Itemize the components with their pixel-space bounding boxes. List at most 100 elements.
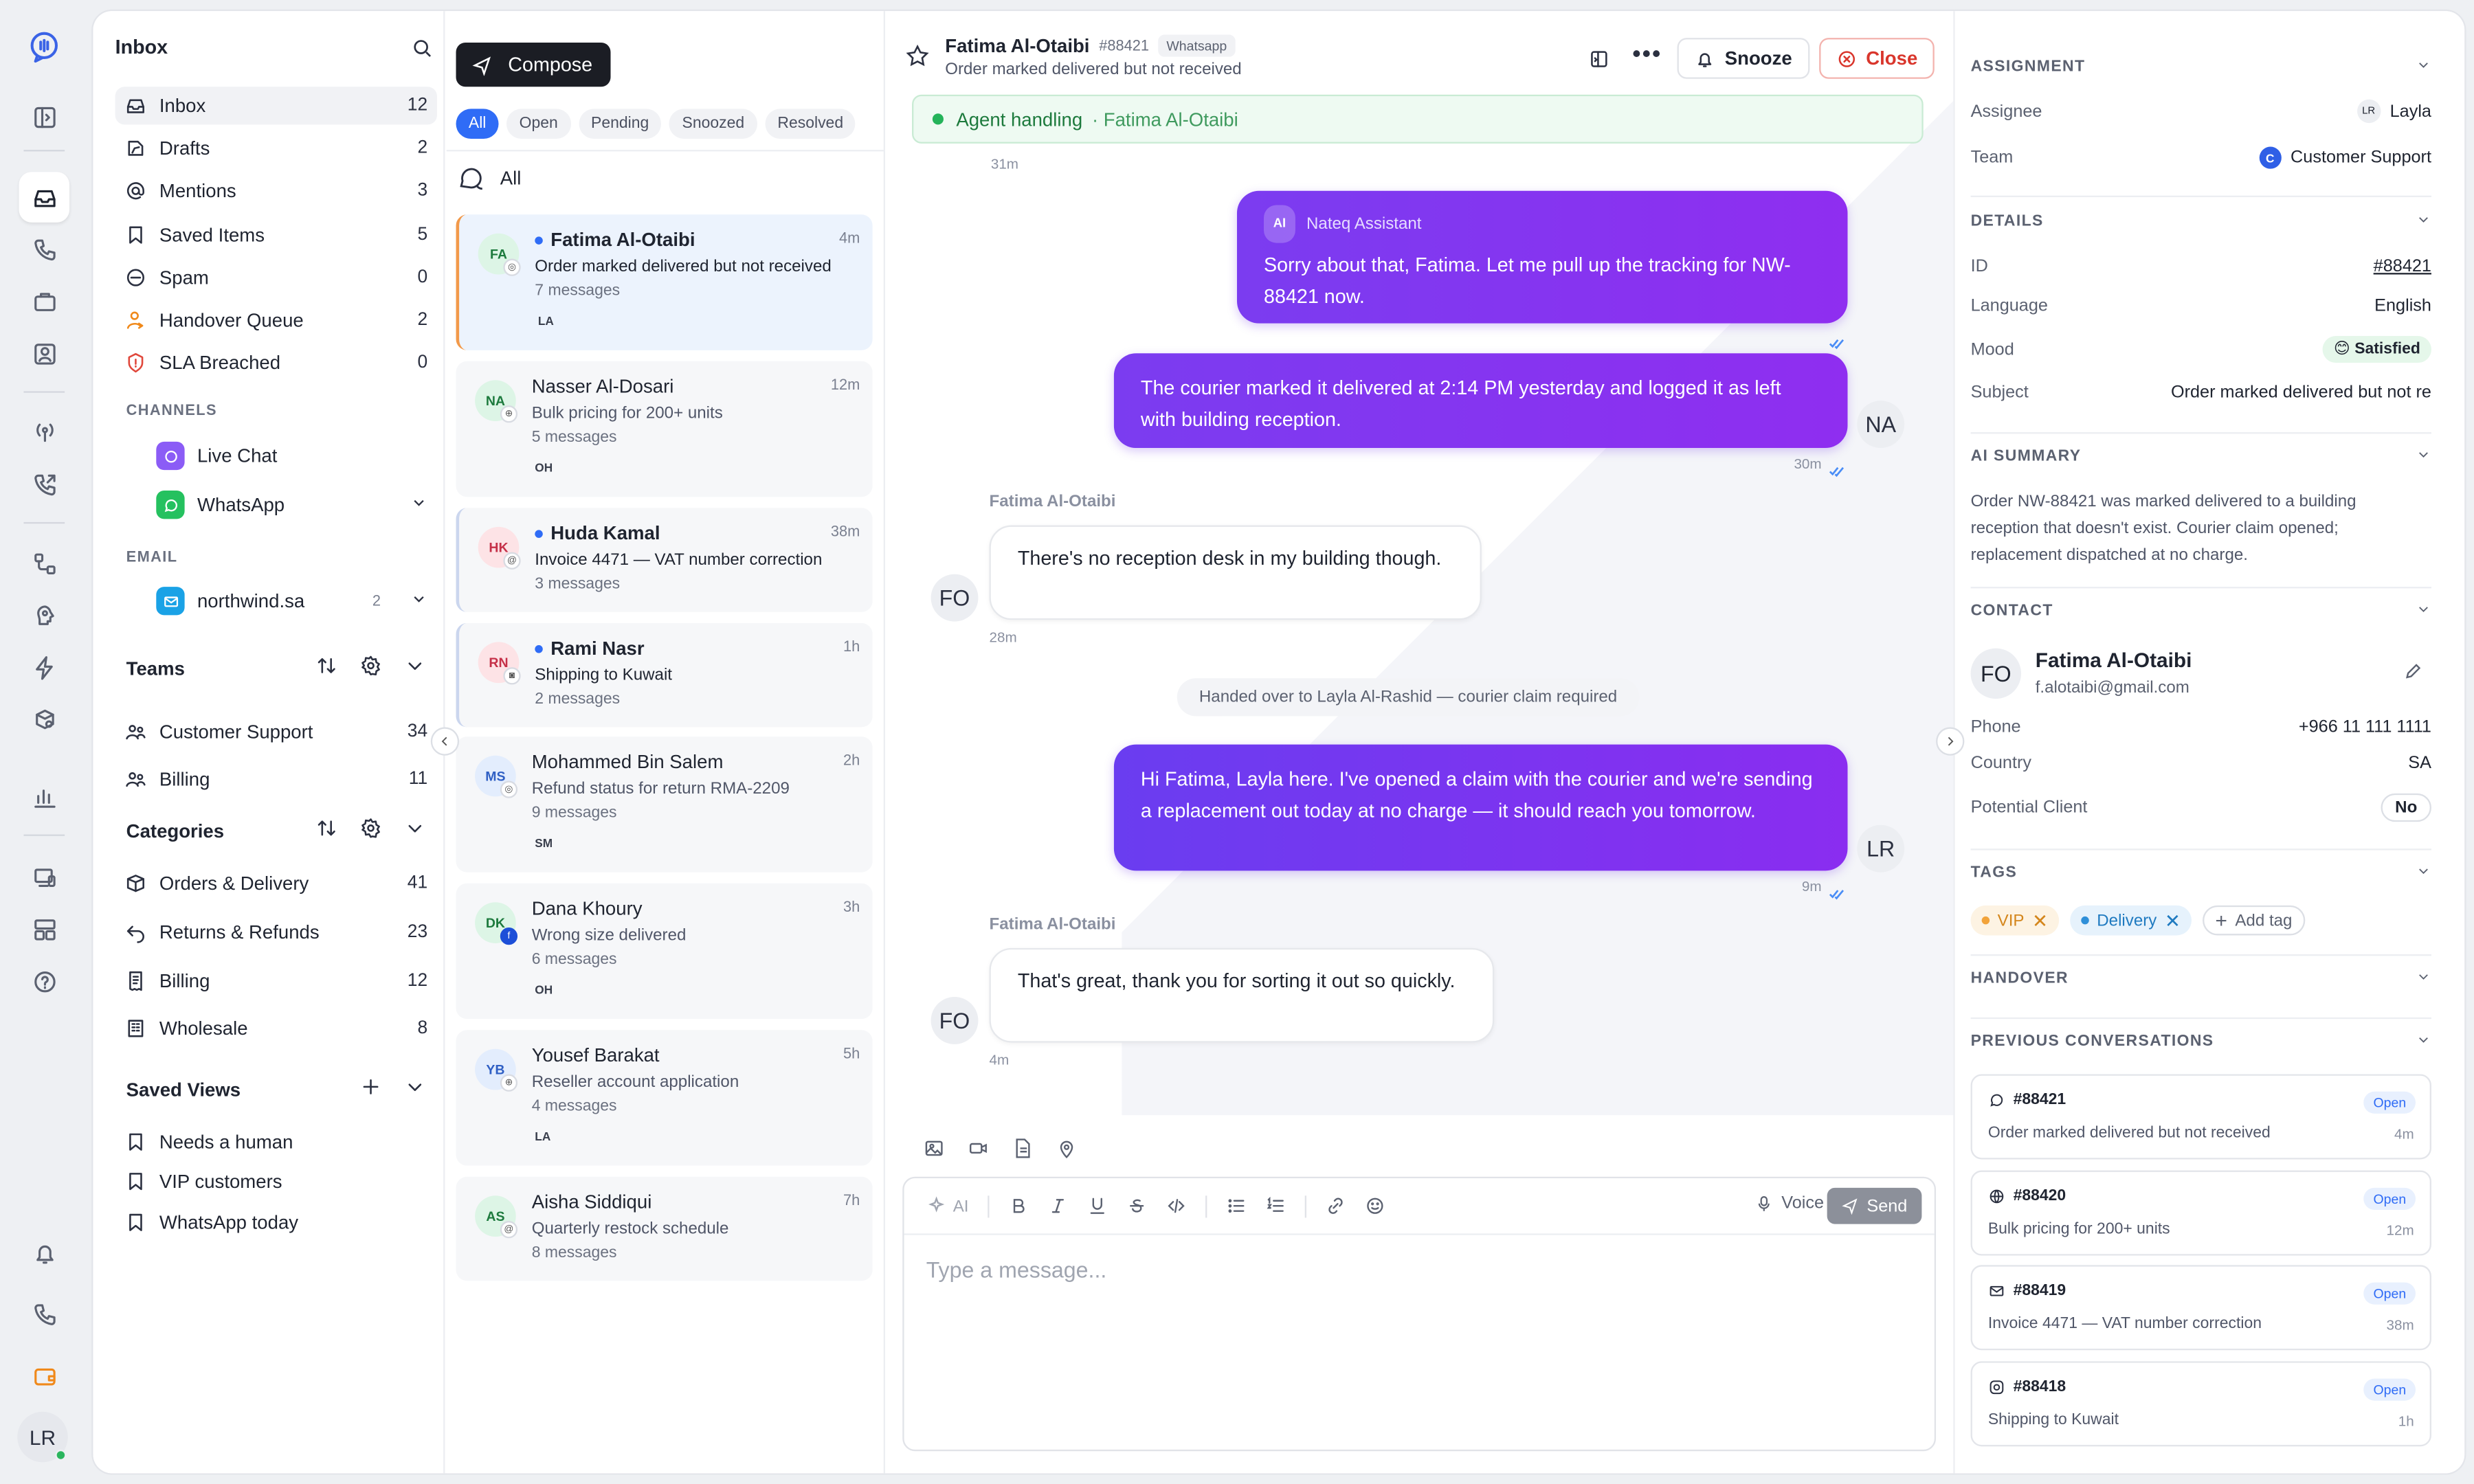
more-options-button[interactable]: ••• — [1627, 38, 1668, 79]
conversation-item[interactable]: FA ◎ Fatima Al-Otaibi 4m Order marked de… — [456, 214, 873, 350]
category-orders[interactable]: Orders & Delivery 41 — [115, 864, 437, 902]
tag-vip[interactable]: VIP ✕ — [1970, 905, 2060, 936]
sidebar-item-mentions[interactable]: Mentions 3 — [115, 172, 437, 210]
filter-open[interactable]: Open — [506, 109, 571, 139]
compose-button[interactable]: Compose — [456, 42, 611, 87]
close-icon[interactable]: ✕ — [2165, 910, 2181, 932]
potential-client-toggle[interactable]: No — [2381, 793, 2431, 822]
phone-icon[interactable] — [19, 1289, 69, 1339]
conversation-item[interactable]: AS @ Aisha Siddiqui 7h Quarterly restock… — [456, 1176, 873, 1281]
chevron-down-icon[interactable] — [410, 494, 427, 516]
ai-brain-nav-icon[interactable] — [19, 590, 69, 640]
document-icon[interactable] — [1012, 1137, 1034, 1159]
layout-nav-icon[interactable] — [19, 904, 69, 954]
expand-details-button[interactable] — [1936, 727, 1965, 756]
conversation-item[interactable]: DK f Dana Khoury 3h Wrong size delivered… — [456, 883, 873, 1020]
tag-delivery[interactable]: Delivery ✕ — [2070, 905, 2192, 936]
chevron-down-icon[interactable] — [404, 1076, 426, 1103]
conversation-item[interactable]: NA ⊕ Nasser Al-Dosari 12m Bulk pricing f… — [456, 361, 873, 497]
team-customer-support[interactable]: Customer Support 34 — [115, 713, 437, 751]
italic-icon[interactable] — [1047, 1195, 1068, 1216]
bold-icon[interactable] — [1008, 1195, 1029, 1216]
panel-toggle-icon[interactable] — [19, 91, 69, 142]
briefcase-nav-icon[interactable] — [19, 276, 69, 326]
help-nav-icon[interactable] — [19, 956, 69, 1006]
conversation-item[interactable]: YB ⊕ Yousef Barakat 5h Reseller account … — [456, 1030, 873, 1166]
details-section-header[interactable]: DETAILS — [1971, 212, 2431, 232]
knowledge-nav-icon[interactable] — [19, 694, 69, 744]
strikethrough-icon[interactable] — [1126, 1195, 1147, 1216]
tags-section-header[interactable]: TAGS — [1971, 863, 2431, 884]
automation-nav-icon[interactable] — [19, 642, 69, 692]
snooze-button[interactable]: Snooze — [1677, 38, 1810, 79]
category-wholesale[interactable]: Wholesale 8 — [115, 1009, 437, 1047]
team-row[interactable]: Team C Customer Support — [1971, 146, 2431, 169]
all-channels-row[interactable]: All — [456, 162, 521, 194]
gear-icon[interactable] — [359, 655, 381, 682]
search-icon[interactable] — [412, 38, 432, 66]
team-billing[interactable]: Billing 11 — [115, 761, 437, 798]
ai-assist-button[interactable]: AI — [926, 1195, 969, 1216]
brand-logo-icon[interactable] — [19, 22, 69, 72]
sidebar-item-sla[interactable]: SLA Breached 0 — [115, 344, 437, 382]
inbox-nav-icon[interactable] — [19, 172, 70, 223]
filter-all[interactable]: All — [456, 109, 499, 139]
broadcast-nav-icon[interactable] — [19, 405, 69, 456]
location-pin-icon[interactable] — [1056, 1137, 1078, 1159]
conversation-item[interactable]: MS ◎ Mohammed Bin Salem 2h Refund status… — [456, 737, 873, 873]
filter-pending[interactable]: Pending — [578, 109, 662, 139]
chevron-down-icon[interactable] — [404, 817, 426, 844]
sidebar-item-saved[interactable]: Saved Items 5 — [115, 216, 437, 254]
emoji-icon[interactable] — [1365, 1195, 1385, 1216]
send-button[interactable]: Send — [1827, 1187, 1922, 1224]
sidebar-item-handover[interactable]: Handover Queue 2 — [115, 302, 437, 339]
calls-nav-icon[interactable] — [19, 224, 69, 274]
filter-resolved[interactable]: Resolved — [765, 109, 856, 139]
previous-conversations-header[interactable]: PREVIOUS CONVERSATIONS — [1971, 1032, 2431, 1053]
sidebar-item-spam[interactable]: Spam 0 — [115, 259, 437, 297]
devices-nav-icon[interactable] — [19, 852, 69, 902]
bullet-list-icon[interactable] — [1226, 1195, 1247, 1216]
sidebar-item-drafts[interactable]: Drafts 2 — [115, 129, 437, 167]
chevron-down-icon[interactable] — [410, 590, 427, 612]
message-input[interactable]: Type a message... — [926, 1257, 1107, 1283]
contacts-nav-icon[interactable] — [19, 328, 69, 379]
workflow-nav-icon[interactable] — [19, 538, 69, 588]
previous-conversation-item[interactable]: #88419 Open Invoice 4471 — VAT number co… — [1970, 1265, 2431, 1351]
view-vip[interactable]: VIP customers — [115, 1162, 437, 1200]
underline-icon[interactable] — [1087, 1195, 1108, 1216]
view-whatsapp-today[interactable]: WhatsApp today — [115, 1204, 437, 1241]
collapse-sidebar-button[interactable] — [430, 727, 460, 756]
close-icon[interactable]: ✕ — [2032, 910, 2048, 932]
plus-icon[interactable] — [359, 1076, 381, 1103]
link-icon[interactable] — [1325, 1195, 1346, 1216]
category-billing[interactable]: Billing 12 — [115, 962, 437, 1000]
image-icon[interactable] — [923, 1137, 945, 1159]
previous-conversation-item[interactable]: #88420 Open Bulk pricing for 200+ units … — [1970, 1170, 2431, 1256]
sidebar-item-inbox[interactable]: Inbox 12 — [115, 87, 437, 125]
handover-section-header[interactable]: HANDOVER — [1971, 969, 2431, 989]
channel-live-chat[interactable]: Live Chat — [147, 436, 437, 477]
ai-summary-section-header[interactable]: AI SUMMARY — [1971, 447, 2431, 467]
code-icon[interactable] — [1166, 1195, 1186, 1216]
edit-pencil-icon[interactable] — [2403, 661, 2424, 689]
assignment-section-header[interactable]: ASSIGNMENT — [1971, 57, 2431, 78]
star-icon[interactable] — [906, 44, 929, 76]
gear-icon[interactable] — [359, 817, 381, 844]
notifications-bell-icon[interactable] — [19, 1227, 69, 1277]
voice-button[interactable]: Voice — [1754, 1194, 1824, 1213]
assignee-row[interactable]: Assignee LR Layla — [1971, 99, 2431, 124]
add-tag-button[interactable]: + Add tag — [2203, 905, 2305, 936]
numbered-list-icon[interactable] — [1265, 1195, 1286, 1216]
outgoing-call-nav-icon[interactable] — [19, 459, 69, 509]
filter-snoozed[interactable]: Snoozed — [669, 109, 757, 139]
reports-nav-icon[interactable] — [19, 772, 69, 822]
chevron-down-icon[interactable] — [404, 655, 426, 682]
channel-whatsapp[interactable]: WhatsApp — [147, 484, 437, 526]
close-button[interactable]: Close — [1819, 38, 1935, 79]
previous-conversation-item[interactable]: #88421 Open Order marked delivered but n… — [1970, 1074, 2431, 1160]
conversation-item[interactable]: RN ◙ Rami Nasr 1h Shipping to Kuwait 2 m… — [456, 622, 873, 728]
sort-icon[interactable] — [315, 655, 337, 682]
previous-conversation-item[interactable]: #88418 Open Shipping to Kuwait 1h — [1970, 1361, 2431, 1447]
category-returns[interactable]: Returns & Refunds 23 — [115, 913, 437, 951]
